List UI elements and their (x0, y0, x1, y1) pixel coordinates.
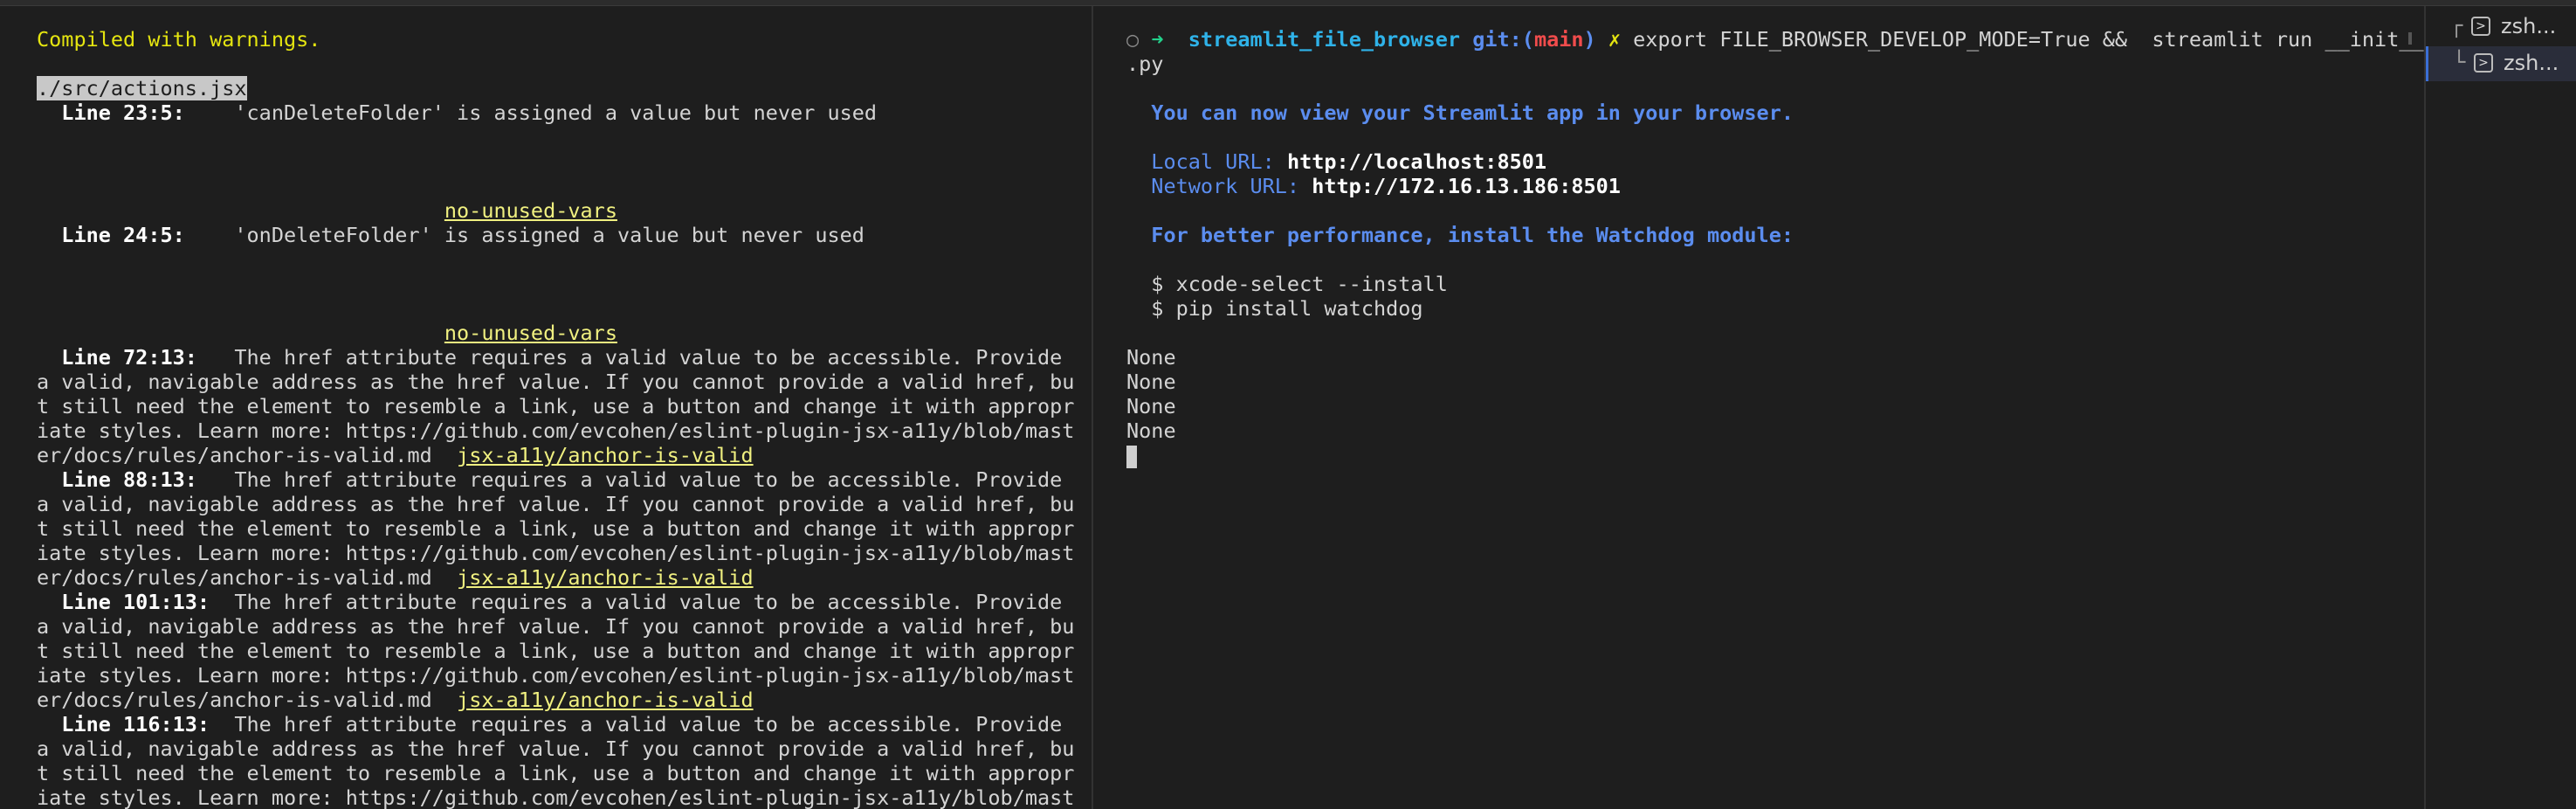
window-top-border (0, 0, 2576, 6)
warning-message: t still need the element to resemble a l… (37, 639, 1075, 663)
terminal-output-right: ○ ➜ streamlit_file_browser git:(main) ✗ … (1093, 6, 2424, 468)
prompt-status-icon: ○ (1126, 27, 1140, 52)
local-url-link[interactable]: http://localhost:8501 (1287, 149, 1546, 174)
terminal-cursor (1126, 445, 1137, 468)
network-url-label: Network URL: (1151, 174, 1312, 198)
warning-message: The href attribute requires a valid valu… (234, 712, 1063, 736)
prompt-git-close: ) (1583, 27, 1596, 52)
lint-rule-link[interactable]: jsx-a11y/anchor-is-valid (457, 443, 754, 467)
warning-message: iate styles. Learn more: https://github.… (37, 541, 1075, 565)
warning-message: The href attribute requires a valid valu… (234, 467, 1063, 492)
tab-label: zsh... (2504, 51, 2559, 75)
prompt-dirty-icon: ✗ (1608, 27, 1621, 52)
warning-message: t still need the element to resemble a l… (37, 394, 1075, 418)
warning-location: Line 23:5: (61, 100, 185, 125)
warning-message: a valid, navigable address as the href v… (37, 370, 1075, 394)
warning-message: t still need the element to resemble a l… (37, 516, 1075, 541)
terminal-icon: > (2474, 53, 2493, 73)
prompt-directory: streamlit_file_browser (1188, 27, 1461, 52)
output-line: None (1126, 394, 1176, 418)
compile-status: Compiled with warnings. (37, 27, 321, 52)
terminal-tab-2[interactable]: └ > zsh... (2426, 46, 2576, 81)
lint-rule-link[interactable]: no-unused-vars (444, 198, 617, 223)
warning-location: Line 24:5: (61, 223, 185, 247)
warning-location: Line 116:13: (61, 712, 210, 736)
warning-location: Line 88:13: (61, 467, 197, 492)
warning-message: The href attribute requires a valid valu… (234, 590, 1063, 614)
prompt-git-branch: main (1533, 27, 1584, 52)
prompt-git-label: git:( (1472, 27, 1534, 52)
shell-command-wrap: .py (1126, 52, 1164, 76)
warning-message: er/docs/rules/anchor-is-valid.md (37, 688, 432, 712)
scrollbar-thumb[interactable] (2408, 32, 2412, 45)
warning-message: a valid, navigable address as the href v… (37, 614, 1075, 639)
warning-message: iate styles. Learn more: https://github.… (37, 785, 1075, 809)
warning-message: a valid, navigable address as the href v… (37, 736, 1075, 761)
output-line: None (1126, 418, 1176, 443)
warning-location: Line 101:13: (61, 590, 210, 614)
warning-message: 'onDeleteFolder' is assigned a value but… (184, 223, 864, 247)
warning-message: t still need the element to resemble a l… (37, 761, 1075, 785)
warning-location: Line 72:13: (61, 345, 197, 370)
tab-label: zsh... (2501, 14, 2557, 38)
lint-rule-link[interactable]: jsx-a11y/anchor-is-valid (457, 688, 754, 712)
terminal-pane-right[interactable]: ○ ➜ streamlit_file_browser git:(main) ✗ … (1093, 6, 2426, 809)
tree-connector: └ (2453, 50, 2466, 74)
terminal-tab-1[interactable]: ┌ > zsh... (2426, 10, 2576, 45)
install-command: $ pip install watchdog (1151, 296, 1423, 321)
warning-message: er/docs/rules/anchor-is-valid.md (37, 443, 432, 467)
lint-rule-link[interactable]: jsx-a11y/anchor-is-valid (457, 565, 754, 590)
watchdog-message: For better performance, install the Watc… (1151, 223, 1794, 247)
shell-command: export FILE_BROWSER_DEVELOP_MODE=True &&… (1633, 27, 2424, 52)
lint-rule-link[interactable]: no-unused-vars (444, 321, 617, 345)
warning-message: iate styles. Learn more: https://github.… (37, 418, 1075, 443)
terminal-tab-list: ┌ > zsh... └ > zsh... (2426, 6, 2576, 809)
terminal-pane-left[interactable]: Compiled with warnings. ./src/actions.js… (0, 6, 1093, 809)
local-url-label: Local URL: (1151, 149, 1287, 174)
tree-connector: ┌ (2450, 13, 2463, 38)
streamlit-view-message: You can now view your Streamlit app in y… (1151, 100, 1794, 125)
warning-message: er/docs/rules/anchor-is-valid.md (37, 565, 432, 590)
install-command: $ xcode-select --install (1151, 272, 1448, 296)
terminal-icon: > (2471, 17, 2490, 36)
output-line: None (1126, 345, 1176, 370)
output-line: None (1126, 370, 1176, 394)
warning-message: iate styles. Learn more: https://github.… (37, 663, 1075, 688)
warning-message: 'canDeleteFolder' is assigned a value bu… (184, 100, 878, 125)
prompt-arrow-icon: ➜ (1151, 27, 1164, 52)
warning-message: The href attribute requires a valid valu… (234, 345, 1063, 370)
terminal-output-left: Compiled with warnings. ./src/actions.js… (0, 6, 1092, 809)
warning-file: ./src/actions.jsx (37, 76, 247, 100)
network-url-link[interactable]: http://172.16.13.186:8501 (1312, 174, 1621, 198)
warning-message: a valid, navigable address as the href v… (37, 492, 1075, 516)
